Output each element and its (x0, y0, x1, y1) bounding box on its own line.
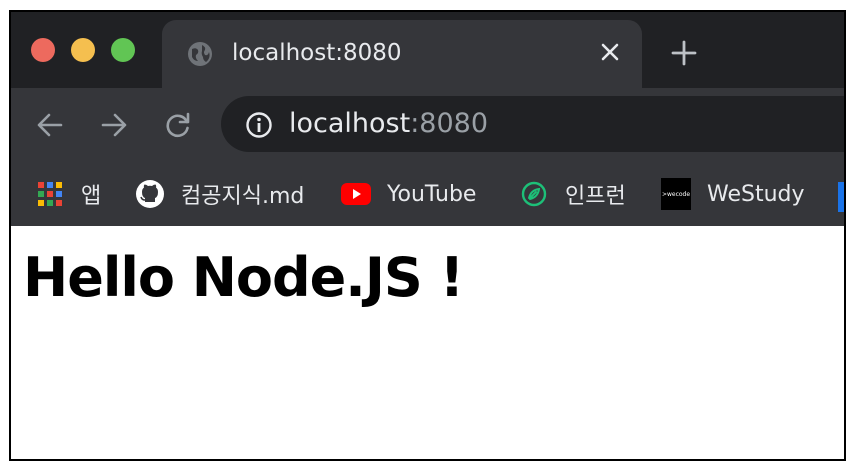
window-maximize-button[interactable] (111, 38, 135, 62)
globe-icon (188, 42, 212, 66)
bookmark-label: WeStudy (707, 181, 805, 207)
bookmark-inflearn[interactable]: 인프런 (519, 174, 626, 214)
close-icon[interactable] (598, 40, 622, 64)
github-icon (135, 179, 165, 209)
window-minimize-button[interactable] (71, 38, 95, 62)
bookmark-label: YouTube (387, 181, 477, 207)
bookmark-westudy[interactable]: >wecode WeStudy (661, 174, 805, 214)
url-port: :8080 (410, 108, 489, 139)
wecode-icon: >wecode (661, 178, 691, 210)
info-icon[interactable] (245, 111, 273, 139)
plus-icon[interactable] (671, 40, 697, 66)
tab-localhost[interactable]: localhost:8080 (162, 20, 642, 88)
page-content: Hello Node.JS ! (11, 226, 844, 459)
bookmarks-bar: 앱 컴공지식.md YouTube 인프런 >wecode WeStudy (11, 162, 844, 226)
url-host: localhost (289, 108, 411, 139)
bookmark-label: 컴공지식.md (181, 184, 305, 209)
bookmark-label: 인프런 (565, 184, 626, 209)
bookmark-overflow-edge (838, 182, 844, 212)
browser-toolbar: localhost:8080 (11, 88, 844, 162)
inflearn-icon (519, 179, 549, 209)
tab-strip: localhost:8080 (11, 12, 844, 88)
bookmark-github[interactable]: 컴공지식.md (135, 174, 304, 214)
tab-title: localhost:8080 (232, 40, 402, 66)
page-heading: Hello Node.JS ! (23, 246, 464, 309)
arrow-left-icon[interactable] (35, 110, 65, 140)
bookmark-youtube[interactable]: YouTube (341, 174, 476, 214)
wecode-logo: >wecode (661, 178, 691, 210)
window-close-button[interactable] (31, 38, 55, 62)
bookmark-apps[interactable]: 앱 (35, 174, 101, 214)
apps-grid-icon (35, 179, 65, 209)
address-bar[interactable]: localhost:8080 (221, 96, 844, 152)
browser-window: localhost:8080 localhost:8080 앱 컴공지식.md … (9, 10, 846, 461)
arrow-right-icon[interactable] (99, 110, 129, 140)
url-text[interactable]: localhost:8080 (289, 107, 488, 141)
reload-icon[interactable] (163, 110, 193, 140)
youtube-icon (341, 179, 371, 209)
bookmark-label: 앱 (81, 184, 102, 209)
